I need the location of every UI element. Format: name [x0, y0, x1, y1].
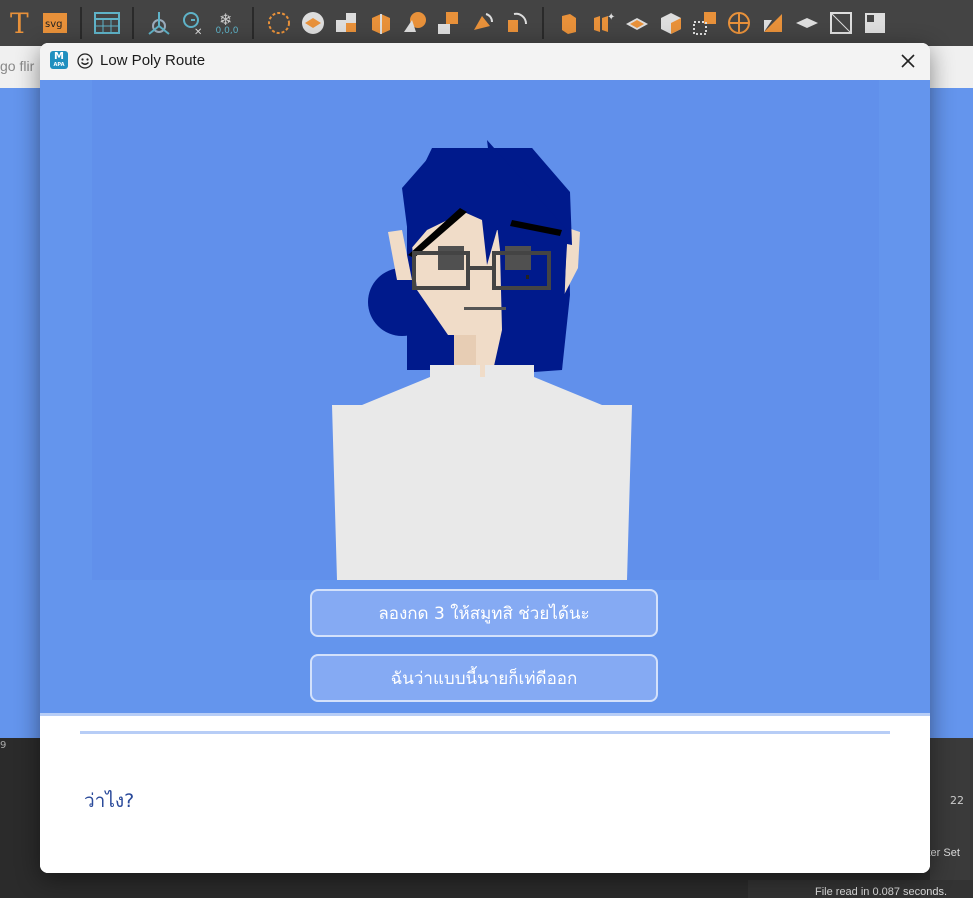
background-right-panel	[930, 738, 973, 898]
flat-icon[interactable]	[622, 8, 652, 38]
mouth	[464, 307, 506, 310]
rotate-alt-icon[interactable]	[502, 8, 532, 38]
background-strip-text: go flir	[0, 58, 35, 74]
svg-text:✕: ✕	[194, 27, 202, 36]
status-text: File read in 0.087 seconds.	[815, 886, 948, 898]
game-window: M APA Low Poly Route ลองกด 3 ให้สมูทสิ ช…	[40, 43, 930, 873]
wheel-icon[interactable]	[724, 8, 754, 38]
toolbar-divider	[542, 7, 544, 39]
choice-button-looks-cool[interactable]: ฉันว่าแบบนี้นายก็เท่ดีออก	[310, 654, 658, 702]
timer-icon[interactable]: ✕	[178, 8, 208, 38]
bevel-icon[interactable]	[758, 8, 788, 38]
character-portrait	[332, 140, 632, 580]
choice-button-smooth[interactable]: ลองกด 3 ให้สมูทสิ ช่วยได้นะ	[310, 589, 658, 637]
dialogue-panel: ว่าไง?	[40, 713, 930, 873]
right-eye	[505, 246, 531, 270]
pivot-icon[interactable]	[144, 8, 174, 38]
character-viewport	[92, 80, 879, 580]
crop-icon[interactable]	[826, 8, 856, 38]
game-area: ลองกด 3 ให้สมูทสิ ช่วยได้นะ ฉันว่าแบบนี้…	[40, 80, 930, 713]
svg-icon[interactable]: svg	[40, 8, 70, 38]
svg-text:svg: svg	[45, 19, 62, 30]
layers-icon[interactable]	[298, 8, 328, 38]
cube-icon[interactable]	[366, 8, 396, 38]
toolbar-divider	[132, 7, 134, 39]
toolbar-divider	[80, 7, 82, 39]
sphere-icon[interactable]	[264, 8, 294, 38]
svg-text:❄: ❄	[219, 11, 232, 27]
close-icon[interactable]	[896, 49, 920, 73]
grid-icon[interactable]	[92, 8, 122, 38]
timeline-left-number: 9	[0, 740, 7, 751]
svg-text:T: T	[10, 9, 29, 37]
boolean-icon[interactable]	[332, 8, 362, 38]
frame-number: 22	[950, 794, 964, 807]
window-title: Low Poly Route	[100, 52, 206, 69]
dialogue-divider	[80, 731, 890, 734]
rotate-icon[interactable]	[468, 8, 498, 38]
lattice-icon[interactable]	[690, 8, 720, 38]
mesh-icon[interactable]	[860, 8, 890, 38]
cube-open-icon[interactable]	[656, 8, 686, 38]
smiley-icon	[77, 53, 93, 69]
app-icon-sub: APA	[53, 62, 65, 68]
toolbar-divider	[252, 7, 254, 39]
plane-icon[interactable]	[792, 8, 822, 38]
text-tool-icon[interactable]: T	[6, 8, 36, 38]
left-eye	[438, 246, 464, 270]
dialogue-text: ว่าไง?	[84, 790, 135, 812]
boxes-icon[interactable]: ✦	[588, 8, 618, 38]
snowflake-icon[interactable]: ❄ 0,0,0	[212, 8, 242, 38]
svg-text:✦: ✦	[607, 12, 615, 23]
title-bar: M APA Low Poly Route	[40, 43, 930, 80]
status-bar: File read in 0.087 seconds.	[748, 880, 973, 898]
shape-icon[interactable]	[400, 8, 430, 38]
shirt	[332, 365, 632, 580]
background-toolbar: T svg ✕ ❄ 0,0,0 ✦	[0, 0, 973, 46]
app-icon: M APA	[50, 51, 68, 69]
box-icon[interactable]	[554, 8, 584, 38]
grid-cubes-icon[interactable]	[434, 8, 464, 38]
toolbar-counter: 0,0,0	[215, 25, 239, 36]
